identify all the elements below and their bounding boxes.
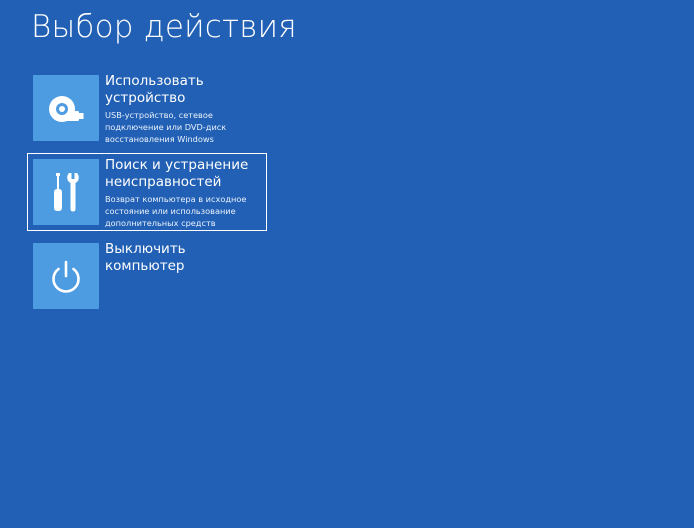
- power-icon: [52, 260, 80, 293]
- usb-disc-icon: [49, 96, 84, 122]
- troubleshoot-option[interactable]: Поиск и устранение неисправностей Возвра…: [27, 153, 267, 231]
- troubleshoot-title: Поиск и устранение неисправностей: [105, 157, 249, 190]
- use-device-title: Использовать устройство: [105, 73, 204, 106]
- page-title: Выбор действия: [31, 9, 297, 45]
- tools-icon: [54, 173, 79, 212]
- use-device-description: USB-устройство, сетевое подключение или …: [105, 110, 227, 144]
- turn-off-option[interactable]: Выключить компьютер: [27, 237, 267, 315]
- turn-off-tile[interactable]: [33, 243, 99, 309]
- use-device-option[interactable]: Использовать устройство USB-устройство, …: [27, 69, 267, 147]
- troubleshoot-tile[interactable]: [33, 159, 99, 225]
- turn-off-title: Выключить компьютер: [105, 241, 186, 274]
- troubleshoot-description: Возврат компьютера в исходное состояние …: [105, 194, 247, 228]
- use-device-tile[interactable]: [33, 75, 99, 141]
